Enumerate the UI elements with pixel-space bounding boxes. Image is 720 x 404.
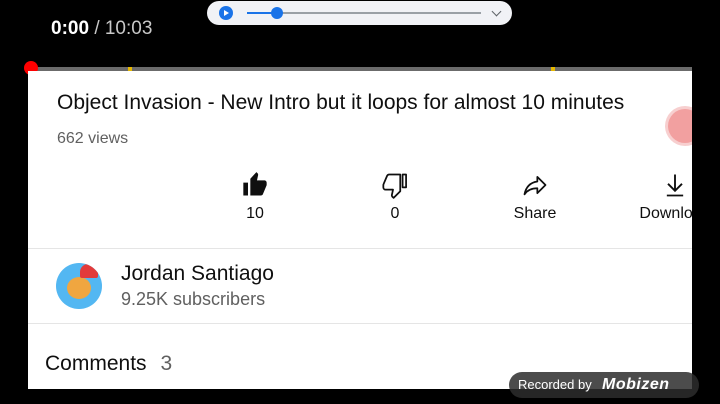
download-icon <box>666 174 684 197</box>
video-info-panel: Object Invasion - New Intro but it loops… <box>28 71 692 389</box>
avatar-face <box>67 277 91 299</box>
media-player-pill[interactable] <box>207 1 512 25</box>
view-count: 662 views <box>57 130 129 147</box>
media-seek-thumb[interactable] <box>271 7 283 19</box>
channel-name[interactable]: Jordan Santiago <box>121 262 274 286</box>
time-display: 0:00 / 10:03 <box>51 18 152 40</box>
dislike-count: 0 <box>390 205 400 222</box>
channel-avatar[interactable] <box>56 263 102 309</box>
current-time: 0:00 <box>51 18 90 39</box>
mobizen-badge-icon[interactable] <box>668 109 692 143</box>
comments-label: Comments <box>45 352 147 375</box>
like-count: 10 <box>246 205 264 222</box>
dislike-icon <box>382 173 407 199</box>
divider <box>28 248 692 249</box>
download-label: Download <box>639 205 692 222</box>
duration: / 10:03 <box>94 18 153 39</box>
avatar-hat <box>80 264 98 278</box>
dislike-button[interactable]: 0 <box>345 171 445 223</box>
play-circle-icon[interactable] <box>219 6 233 20</box>
like-button[interactable]: 10 <box>205 171 305 223</box>
video-title[interactable]: Object Invasion - New Intro but it loops… <box>57 91 624 115</box>
subscriber-count: 9.25K subscribers <box>121 289 266 309</box>
watermark-brand-logo: Mobizen <box>602 376 670 393</box>
recording-watermark: Recorded by Mobizen <box>509 372 699 398</box>
share-button[interactable]: Share <box>485 171 585 223</box>
watermark-label: Recorded by <box>518 377 592 392</box>
download-button[interactable]: Download <box>625 171 692 223</box>
comments-header[interactable]: Comments 3 <box>45 352 172 376</box>
chevron-down-icon[interactable] <box>491 6 502 17</box>
share-label: Share <box>513 205 557 222</box>
like-icon <box>243 172 267 196</box>
share-icon <box>523 175 547 196</box>
comments-count: 3 <box>160 352 173 375</box>
divider <box>28 323 692 324</box>
